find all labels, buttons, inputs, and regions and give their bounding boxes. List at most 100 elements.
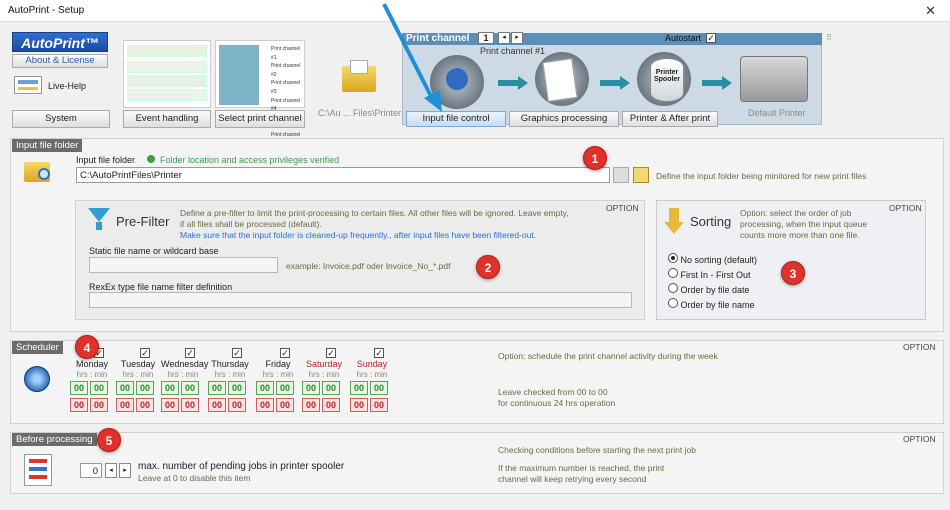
default-printer-icon[interactable] bbox=[740, 56, 808, 102]
before-processing-section-header: Before processing bbox=[12, 433, 97, 446]
day-column: ✓ Friday hrs : min 00 00 00 00 bbox=[256, 348, 302, 414]
end-hour-field[interactable]: 00 bbox=[256, 398, 274, 412]
day-enabled-checkbox[interactable]: ✓ bbox=[140, 348, 150, 358]
end-hour-field[interactable]: 00 bbox=[208, 398, 226, 412]
flow-arrow-head-icon bbox=[620, 76, 630, 90]
day-name: Wednesday bbox=[161, 359, 209, 369]
day-name: Sunday bbox=[356, 359, 388, 369]
channel-list-thumbnail[interactable]: Print channel #1 Print channel #2 Print … bbox=[215, 40, 305, 147]
end-hour-field[interactable]: 00 bbox=[116, 398, 134, 412]
prefilter-desc-2: if all files shall be processed (default… bbox=[180, 219, 322, 229]
printer-after-print-button[interactable]: Printer & After print bbox=[622, 111, 718, 127]
start-hour-field[interactable]: 00 bbox=[256, 381, 274, 395]
end-minute-field[interactable]: 00 bbox=[90, 398, 108, 412]
start-hour-field[interactable]: 00 bbox=[350, 381, 368, 395]
livehelp-icon[interactable] bbox=[14, 76, 42, 94]
day-name: Friday bbox=[265, 359, 291, 369]
start-hour-field[interactable]: 00 bbox=[302, 381, 320, 395]
start-minute-field[interactable]: 00 bbox=[136, 381, 154, 395]
start-minute-field[interactable]: 00 bbox=[90, 381, 108, 395]
graphics-processing-button[interactable]: Graphics processing bbox=[509, 111, 619, 127]
end-minute-field[interactable]: 00 bbox=[181, 398, 199, 412]
scheduler-section-header: Scheduler bbox=[12, 341, 63, 354]
clear-path-icon[interactable] bbox=[613, 167, 629, 183]
input-folder-section-header: Input file folder bbox=[12, 139, 83, 152]
end-minute-field[interactable]: 00 bbox=[370, 398, 388, 412]
event-handling-button[interactable]: Event handling bbox=[123, 110, 211, 128]
event-handling-thumbnail[interactable] bbox=[123, 40, 211, 108]
day-enabled-checkbox[interactable]: ✓ bbox=[280, 348, 290, 358]
start-minute-field[interactable]: 00 bbox=[322, 381, 340, 395]
end-minute-field[interactable]: 00 bbox=[322, 398, 340, 412]
flow-arrow-head-icon bbox=[518, 76, 528, 90]
static-filename-input[interactable] bbox=[89, 257, 278, 273]
start-minute-field[interactable]: 00 bbox=[276, 381, 294, 395]
folder-status-text: Folder location and access privileges ve… bbox=[160, 155, 340, 165]
radio-icon[interactable] bbox=[668, 268, 678, 278]
static-filename-label: Static file name or wildcard base bbox=[89, 246, 219, 256]
end-minute-field[interactable]: 00 bbox=[136, 398, 154, 412]
max-pending-jobs-sub: Leave at 0 to disable this item bbox=[138, 473, 251, 483]
start-minute-field[interactable]: 00 bbox=[228, 381, 246, 395]
sort-option-no-sorting[interactable]: No sorting (default) bbox=[668, 253, 757, 265]
max-pending-jobs-input[interactable]: 0 bbox=[80, 463, 102, 478]
input-folder-path-field[interactable]: C:\AutoPrintFiles\Printer bbox=[76, 167, 610, 183]
flow-arrow-icon bbox=[600, 80, 622, 86]
system-button[interactable]: System bbox=[12, 110, 110, 128]
end-hour-field[interactable]: 00 bbox=[302, 398, 320, 412]
callout-badge-5: 5 bbox=[97, 428, 121, 452]
sort-option-file-name[interactable]: Order by file name bbox=[668, 298, 755, 310]
increment-button[interactable]: ▸ bbox=[119, 463, 131, 478]
close-icon[interactable]: ✕ bbox=[925, 3, 936, 19]
start-hour-field[interactable]: 00 bbox=[70, 381, 88, 395]
radio-icon[interactable] bbox=[668, 298, 678, 308]
end-hour-field[interactable]: 00 bbox=[161, 398, 179, 412]
flow-arrow-icon bbox=[498, 80, 520, 86]
radio-icon[interactable] bbox=[668, 283, 678, 293]
end-minute-field[interactable]: 00 bbox=[228, 398, 246, 412]
sort-option-fifo[interactable]: First In - First Out bbox=[668, 268, 751, 280]
day-name: Tuesday bbox=[120, 359, 156, 369]
regex-filter-input[interactable] bbox=[89, 292, 632, 308]
end-hour-field[interactable]: 00 bbox=[350, 398, 368, 412]
channel-number[interactable]: 1 bbox=[478, 32, 494, 44]
browse-folder-icon[interactable] bbox=[633, 167, 649, 183]
callout-badge-1: 1 bbox=[583, 146, 607, 170]
day-enabled-checkbox[interactable]: ✓ bbox=[326, 348, 336, 358]
max-pending-jobs-label: max. number of pending jobs in printer s… bbox=[138, 461, 345, 472]
sort-option-file-date[interactable]: Order by file date bbox=[668, 283, 750, 295]
start-hour-field[interactable]: 00 bbox=[116, 381, 134, 395]
prefilter-option-label: OPTION bbox=[606, 203, 639, 213]
prefilter-desc-1: Define a pre-filter to limit the print-p… bbox=[180, 208, 569, 218]
livehelp-label[interactable]: Live-Help bbox=[48, 81, 86, 91]
sorting-desc-2: processing, when the input queue bbox=[740, 219, 868, 229]
day-enabled-checkbox[interactable]: ✓ bbox=[232, 348, 242, 358]
radio-icon[interactable] bbox=[668, 253, 678, 263]
hrs-min-label: hrs : min bbox=[308, 370, 340, 379]
status-ok-icon bbox=[147, 155, 155, 163]
select-print-channel-button[interactable]: Select print channel bbox=[215, 110, 305, 128]
autostart-checkbox[interactable]: ✓ bbox=[706, 33, 716, 43]
prefilter-title: Pre-Filter bbox=[116, 214, 170, 229]
day-enabled-checkbox[interactable]: ✓ bbox=[374, 348, 384, 358]
day-column: ✓ Thursday hrs : min 00 00 00 00 bbox=[208, 348, 254, 414]
end-hour-field[interactable]: 00 bbox=[70, 398, 88, 412]
before-option-label: OPTION bbox=[903, 434, 936, 444]
channel-subtitle: Print channel #1 bbox=[480, 46, 546, 56]
start-hour-field[interactable]: 00 bbox=[161, 381, 179, 395]
grip-icon[interactable]: ⠿ bbox=[826, 33, 832, 42]
end-minute-field[interactable]: 00 bbox=[276, 398, 294, 412]
next-channel-button[interactable]: ▸ bbox=[511, 32, 523, 44]
start-minute-field[interactable]: 00 bbox=[370, 381, 388, 395]
sorting-desc-3: counts more more than one file. bbox=[740, 230, 860, 240]
day-column: ✓ Sunday hrs : min 00 00 00 00 bbox=[350, 348, 396, 414]
checklist-icon bbox=[24, 454, 52, 486]
day-enabled-checkbox[interactable]: ✓ bbox=[185, 348, 195, 358]
about-license-button[interactable]: About & License bbox=[12, 54, 108, 68]
prev-channel-button[interactable]: ◂ bbox=[498, 32, 510, 44]
start-hour-field[interactable]: 00 bbox=[208, 381, 226, 395]
input-folder-icon bbox=[338, 58, 378, 96]
autostart-label: Autostart bbox=[665, 33, 702, 43]
start-minute-field[interactable]: 00 bbox=[181, 381, 199, 395]
decrement-button[interactable]: ◂ bbox=[105, 463, 117, 478]
